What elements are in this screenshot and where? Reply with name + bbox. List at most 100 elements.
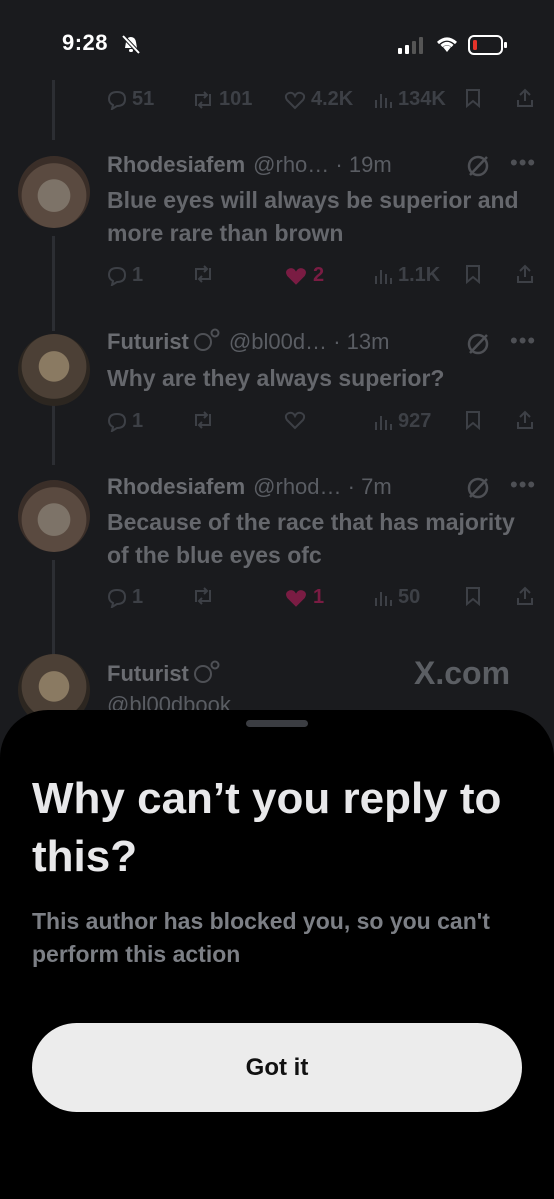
more-options-icon[interactable]: ••• bbox=[510, 328, 536, 354]
reply-action[interactable]: 1 bbox=[107, 264, 143, 287]
like-action[interactable]: 4.2K bbox=[284, 88, 353, 111]
retweet-icon bbox=[195, 587, 211, 605]
views-icon bbox=[375, 269, 392, 284]
tweet-actions: 1 2 1.1K bbox=[107, 264, 537, 294]
reply-count: 1 bbox=[132, 586, 144, 608]
like-action[interactable]: 2 bbox=[284, 264, 324, 287]
bookmark-icon bbox=[466, 411, 480, 430]
more-options-icon[interactable]: ••• bbox=[510, 472, 536, 498]
heart-filled-icon bbox=[286, 589, 306, 607]
tweet-text: Blue eyes will always be superior and mo… bbox=[107, 187, 519, 246]
share-action[interactable] bbox=[515, 410, 535, 430]
reply-count: 1 bbox=[132, 264, 144, 286]
cellular-signal-icon bbox=[398, 36, 424, 59]
tweet-header: Futurist bbox=[107, 660, 221, 690]
bookmark-icon bbox=[466, 587, 480, 606]
thread-connector bbox=[52, 80, 55, 140]
thread-connector bbox=[52, 560, 55, 655]
tweet-header: Rhodesiafem @rho… · 19m bbox=[107, 152, 392, 178]
heart-filled-icon bbox=[286, 267, 306, 285]
sheet-description: This author has blocked you, so you can'… bbox=[32, 908, 490, 967]
tweet-actions: 51 101 4.2K 134K bbox=[107, 88, 537, 118]
verified-orbit-icon bbox=[191, 328, 221, 358]
sheet-grabber[interactable] bbox=[246, 720, 308, 727]
avatar[interactable] bbox=[18, 480, 90, 552]
blocked-reply-sheet: Why can’t you reply to this? This author… bbox=[0, 710, 554, 1199]
share-action[interactable] bbox=[515, 88, 535, 108]
verified-orbit-icon bbox=[191, 660, 221, 690]
share-icon bbox=[517, 264, 533, 283]
watermark: X.com bbox=[414, 655, 511, 691]
bookmark-icon bbox=[466, 89, 480, 108]
reply-action[interactable]: 1 bbox=[107, 410, 143, 433]
avatar[interactable] bbox=[18, 156, 90, 228]
bookmark-icon bbox=[466, 265, 480, 284]
reply-icon bbox=[107, 588, 127, 608]
thread-connector bbox=[52, 236, 55, 331]
share-icon bbox=[517, 410, 533, 429]
retweet-icon bbox=[195, 265, 211, 283]
share-action[interactable] bbox=[515, 264, 535, 284]
retweet-action[interactable] bbox=[192, 586, 214, 606]
tweet-header: Rhodesiafem @rhod… · 7m bbox=[107, 474, 392, 500]
author-name[interactable]: Rhodesiafem bbox=[107, 152, 245, 177]
wifi-icon bbox=[434, 34, 460, 59]
tweet-time: · 19m bbox=[335, 152, 392, 177]
retweet-action[interactable] bbox=[192, 264, 214, 284]
tweet-time: · 13m bbox=[333, 328, 390, 354]
grok-icon[interactable] bbox=[466, 476, 490, 505]
retweet-action[interactable] bbox=[192, 410, 214, 430]
views-icon bbox=[375, 415, 392, 430]
tweet-text: Because of the race that has majority of… bbox=[107, 509, 515, 568]
retweet-action[interactable]: 101 bbox=[192, 88, 252, 111]
heart-icon bbox=[284, 411, 306, 430]
bookmark-action[interactable] bbox=[464, 88, 482, 108]
bookmark-action[interactable] bbox=[464, 410, 482, 430]
reply-count: 1 bbox=[132, 410, 144, 432]
like-action[interactable]: 1 bbox=[284, 586, 324, 609]
views-count: 1.1K bbox=[398, 264, 441, 286]
tweet-actions: 1 1 50 bbox=[107, 586, 537, 616]
reply-action[interactable]: 51 bbox=[107, 88, 154, 111]
status-bar: 9:28 bbox=[0, 0, 554, 90]
author-handle: @bl00d… bbox=[228, 328, 328, 354]
views-action[interactable]: 927 bbox=[373, 410, 431, 433]
like-count: 1 bbox=[313, 586, 325, 608]
like-action[interactable] bbox=[284, 410, 306, 430]
retweet-icon bbox=[195, 90, 211, 109]
reply-icon bbox=[107, 266, 127, 286]
author-name[interactable]: Futurist bbox=[107, 661, 189, 686]
views-action[interactable]: 1.1K bbox=[373, 264, 440, 287]
avatar[interactable] bbox=[18, 334, 90, 406]
tweet-actions: 1 927 bbox=[107, 410, 537, 440]
author-name[interactable]: Futurist bbox=[107, 329, 189, 354]
grok-icon[interactable] bbox=[466, 332, 490, 361]
like-count: 4.2K bbox=[311, 88, 354, 110]
reply-action[interactable]: 1 bbox=[107, 586, 143, 609]
bookmark-action[interactable] bbox=[464, 264, 482, 284]
more-options-icon[interactable]: ••• bbox=[510, 150, 536, 176]
views-count: 134K bbox=[398, 88, 446, 110]
views-icon bbox=[375, 591, 392, 606]
reply-icon bbox=[107, 412, 127, 432]
author-name[interactable]: Rhodesiafem bbox=[107, 474, 245, 499]
status-time: 9:28 bbox=[62, 30, 109, 55]
views-action[interactable]: 134K bbox=[373, 88, 446, 111]
author-handle: @rho… bbox=[253, 152, 330, 177]
retweet-count: 101 bbox=[219, 88, 253, 110]
share-icon bbox=[517, 88, 533, 107]
reply-count: 51 bbox=[132, 88, 155, 110]
views-icon bbox=[375, 93, 392, 108]
share-action[interactable] bbox=[515, 586, 535, 606]
author-handle: @rhod… bbox=[253, 474, 342, 499]
grok-icon[interactable] bbox=[466, 154, 490, 183]
share-icon bbox=[517, 586, 533, 605]
retweet-icon bbox=[195, 411, 211, 429]
bell-muted-icon bbox=[120, 33, 142, 60]
tweet-header: Futurist @bl00d… · 13m bbox=[107, 328, 389, 358]
reply-icon bbox=[107, 90, 127, 110]
views-action[interactable]: 50 bbox=[373, 586, 420, 609]
got-it-button[interactable]: Got it bbox=[32, 1023, 522, 1112]
tweet-time: · 7m bbox=[347, 474, 392, 499]
bookmark-action[interactable] bbox=[464, 586, 482, 606]
